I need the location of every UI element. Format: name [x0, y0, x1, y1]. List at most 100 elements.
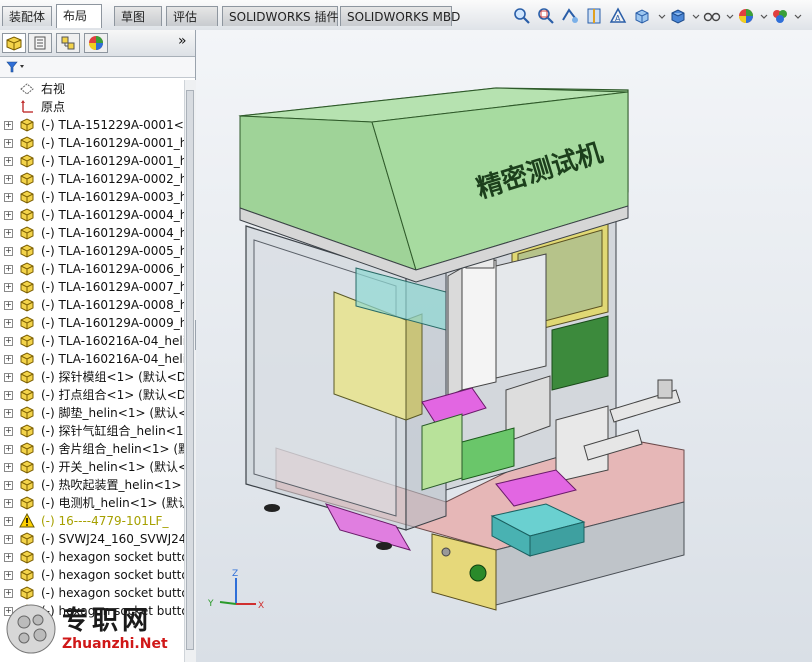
triad-z-label: Z [232, 569, 238, 579]
tree-item[interactable]: + (-) TLA-160129A-0001_h [0, 152, 184, 170]
tree-item[interactable]: + (-) 探针模组<1> (默认<D [0, 368, 184, 386]
tree-item[interactable]: + (-) 脚垫_helin<1> (默认< [0, 404, 184, 422]
chevron-down-icon[interactable] [760, 6, 768, 26]
tree-item[interactable]: + (-) 舍片组合_helin<1> (默 [0, 440, 184, 458]
expand-toggle[interactable]: + [4, 553, 13, 562]
tree-item[interactable]: 原点 [0, 98, 184, 116]
scrollbar-thumb[interactable] [186, 90, 194, 650]
expand-toggle[interactable]: + [4, 481, 13, 490]
section-view-icon[interactable] [584, 6, 604, 26]
expand-toggle[interactable]: + [4, 427, 13, 436]
expand-toggle[interactable]: + [4, 445, 13, 454]
tree-item[interactable]: + (-) TLA-160216A-04_helin [0, 350, 184, 368]
part-icon [19, 423, 35, 439]
tab-sketch[interactable]: 草图 [114, 6, 162, 26]
expand-toggle[interactable]: + [4, 355, 13, 364]
display-manager-icon[interactable] [84, 33, 108, 53]
tree-item[interactable]: + (-) 电测机_helin<1> (默认 [0, 494, 184, 512]
tree-item[interactable]: + (-) TLA-160129A-0004_h [0, 206, 184, 224]
zoom-to-fit-icon[interactable] [512, 6, 532, 26]
tree-item[interactable]: + (-) TLA-160129A-0005_h [0, 242, 184, 260]
expand-toggle[interactable]: + [4, 121, 13, 130]
apply-scene-icon[interactable] [770, 6, 790, 26]
tree-item[interactable]: + (-) TLA-160129A-0008_h [0, 296, 184, 314]
expand-toggle[interactable]: + [4, 319, 13, 328]
tree-filter-bar[interactable] [0, 57, 195, 78]
tree-item[interactable]: + (-) hexagon socket butto [0, 566, 184, 584]
tree-item[interactable]: + (-) hexagon socket butto [0, 548, 184, 566]
tree-item[interactable]: 右视 [0, 80, 184, 98]
part-icon [19, 171, 35, 187]
tree-item[interactable]: + (-) TLA-160129A-0004_h [0, 224, 184, 242]
tree-item[interactable]: + (-) 开关_helin<1> (默认< [0, 458, 184, 476]
tree-item[interactable]: + (-) TLA-160129A-0002_h [0, 170, 184, 188]
expand-toggle[interactable]: + [4, 373, 13, 382]
tree-item[interactable]: + (-) TLA-160129A-0009_h [0, 314, 184, 332]
filter-icon[interactable] [6, 60, 28, 74]
expand-toggle[interactable]: + [4, 535, 13, 544]
tree-scrollbar[interactable] [184, 80, 196, 662]
expand-panel-button[interactable]: » [178, 33, 187, 49]
expand-toggle[interactable]: + [4, 283, 13, 292]
expand-toggle[interactable]: + [4, 391, 13, 400]
tree-item[interactable]: + (-) 16----4779-101LF_ [0, 512, 184, 530]
expand-toggle[interactable]: + [4, 571, 13, 580]
expand-toggle[interactable]: + [4, 265, 13, 274]
expand-toggle[interactable]: + [4, 211, 13, 220]
hide-show-items-icon[interactable] [702, 6, 722, 26]
tab-solidworks-mbd[interactable]: SOLIDWORKS MBD [340, 6, 460, 26]
graphics-area[interactable]: 精密测试机 Z X Y [196, 30, 812, 662]
configuration-manager-icon[interactable] [56, 33, 80, 53]
tree-item[interactable]: + (-) TLA-160216A-04_helin [0, 332, 184, 350]
tab-evaluate[interactable]: 评估 [166, 6, 218, 26]
tab-layout[interactable]: 布局 [56, 4, 102, 28]
zoom-area-icon[interactable] [536, 6, 556, 26]
chevron-down-icon[interactable] [658, 6, 666, 26]
tree-item-label: (-) TLA-160129A-0005_h [41, 244, 184, 258]
expand-toggle[interactable]: + [4, 175, 13, 184]
tree-item[interactable]: + (-) 探针气缸组合_helin<1 [0, 422, 184, 440]
tree-item[interactable]: + (-) TLA-160129A-0001_h [0, 134, 184, 152]
tab-assembly[interactable]: 装配体 [2, 6, 52, 26]
tree-item[interactable]: + (-) TLA-151229A-0001<1 [0, 116, 184, 134]
tree-item[interactable]: + (-) 热吹起装置_helin<1> [0, 476, 184, 494]
tree-item-label: (-) TLA-160216A-04_helin [41, 352, 184, 366]
part-icon [19, 297, 35, 313]
expand-toggle[interactable]: + [4, 337, 13, 346]
expand-toggle[interactable]: + [4, 229, 13, 238]
expand-toggle[interactable]: + [4, 247, 13, 256]
expand-toggle[interactable]: + [4, 589, 13, 598]
tree-item-label: (-) 打点组合<1> (默认<D [41, 388, 184, 402]
part-icon [19, 135, 35, 151]
view-orientation-icon[interactable] [632, 6, 652, 26]
display-style-icon[interactable] [668, 6, 688, 26]
expand-toggle[interactable]: + [4, 157, 13, 166]
axis-triad: Z X Y [207, 569, 264, 611]
tab-solidworks-addins[interactable]: SOLIDWORKS 插件 [222, 6, 338, 26]
part-icon [19, 531, 35, 547]
expand-toggle[interactable]: + [4, 517, 13, 526]
expand-toggle[interactable]: + [4, 499, 13, 508]
previous-view-icon[interactable] [560, 6, 580, 26]
chevron-down-icon[interactable] [794, 6, 802, 26]
expand-toggle[interactable]: + [4, 409, 13, 418]
tree-item-label: (-) 舍片组合_helin<1> (默 [41, 442, 184, 456]
feature-manager-icon[interactable] [2, 33, 26, 53]
part-icon [19, 441, 35, 457]
expand-toggle[interactable]: + [4, 463, 13, 472]
tree-item[interactable]: + (-) SVWJ24_160_SVWJ24 [0, 530, 184, 548]
property-manager-icon[interactable] [28, 33, 52, 53]
expand-toggle[interactable]: + [4, 193, 13, 202]
chevron-down-icon[interactable] [692, 6, 700, 26]
tree-item[interactable]: + (-) 打点组合<1> (默认<D [0, 386, 184, 404]
origin-icon [19, 99, 35, 115]
chevron-down-icon[interactable] [726, 6, 734, 26]
tree-item[interactable]: + (-) TLA-160129A-0006_h [0, 260, 184, 278]
edit-appearance-icon[interactable] [736, 6, 756, 26]
expand-toggle[interactable]: + [4, 301, 13, 310]
expand-toggle[interactable]: + [4, 139, 13, 148]
dynamic-annotation-icon[interactable]: A [608, 6, 628, 26]
tree-item[interactable]: + (-) TLA-160129A-0007_h [0, 278, 184, 296]
plane-icon [19, 81, 35, 97]
tree-item[interactable]: + (-) TLA-160129A-0003_h [0, 188, 184, 206]
